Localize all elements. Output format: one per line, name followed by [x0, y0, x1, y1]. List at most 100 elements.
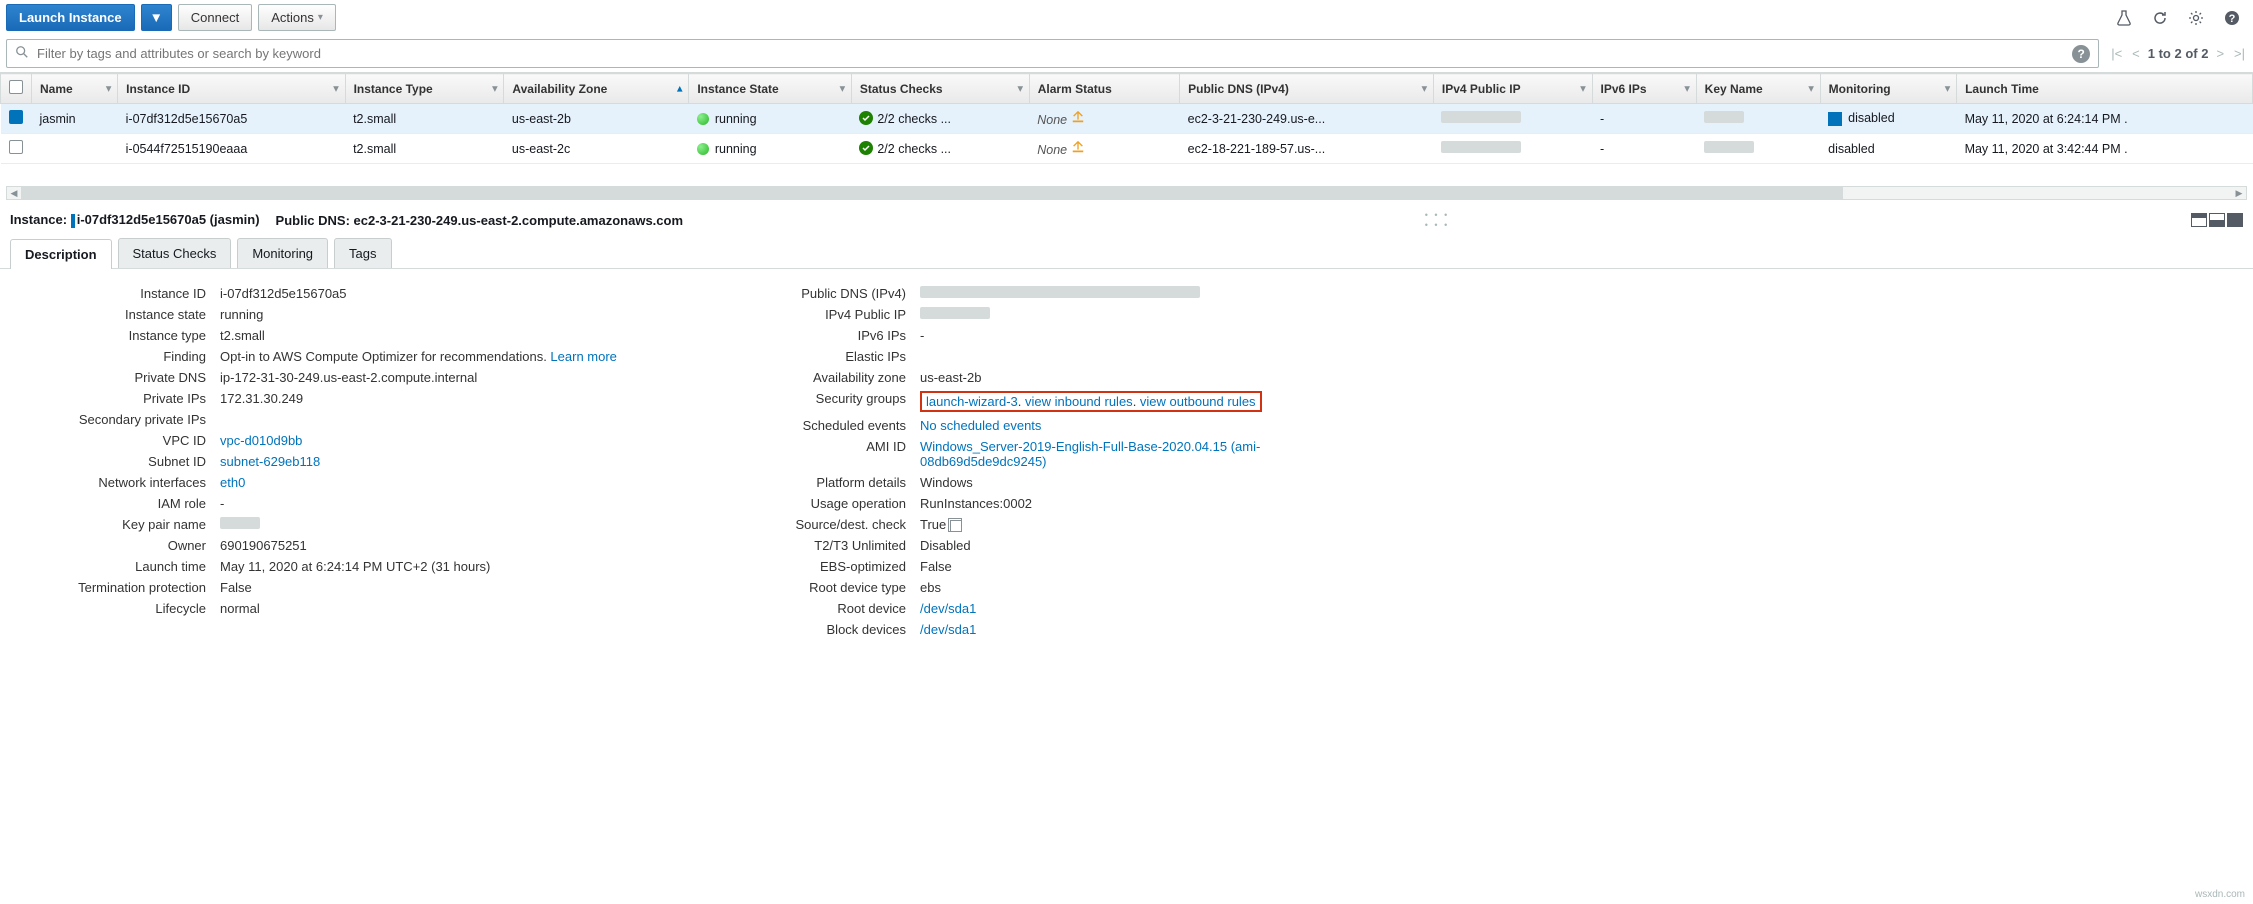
col-key-name[interactable]: Key Name▾ — [1696, 74, 1820, 104]
col-instance-id[interactable]: Instance ID▾ — [118, 74, 345, 104]
cell-name: jasmin — [32, 104, 118, 134]
outbound-rules-link[interactable]: view outbound rules — [1140, 394, 1256, 409]
table-header: Name▾ Instance ID▾ Instance Type▾ Availa… — [1, 74, 2253, 104]
actions-button[interactable]: Actions ▾ — [258, 4, 336, 31]
alarm-add-icon[interactable] — [1071, 140, 1085, 154]
copy-icon[interactable] — [950, 520, 962, 532]
k-type: Instance type — [20, 328, 220, 343]
layout-full-icon[interactable] — [2227, 213, 2243, 227]
launch-instance-dropdown[interactable]: ▼ — [141, 4, 172, 31]
detail-tabs: Description Status Checks Monitoring Tag… — [0, 238, 2253, 269]
resize-grip-icon[interactable]: • • •• • • — [699, 210, 2175, 230]
connect-button[interactable]: Connect — [178, 4, 252, 31]
ami-link[interactable]: Windows_Server-2019-English-Full-Base-20… — [920, 439, 1260, 469]
page-last-icon[interactable]: >| — [2232, 46, 2247, 61]
page-prev-icon[interactable]: < — [2130, 46, 2142, 61]
tab-monitoring[interactable]: Monitoring — [237, 238, 328, 268]
block-device-link[interactable]: /dev/sda1 — [920, 622, 976, 637]
col-public-dns[interactable]: Public DNS (IPv4)▾ — [1180, 74, 1434, 104]
col-monitoring[interactable]: Monitoring▾ — [1820, 74, 1956, 104]
k-t2t3: T2/T3 Unlimited — [720, 538, 920, 553]
col-ipv6[interactable]: IPv6 IPs▾ — [1592, 74, 1696, 104]
row-checkbox[interactable] — [9, 110, 23, 124]
layout-split-icon[interactable] — [2209, 213, 2225, 227]
col-instance-type[interactable]: Instance Type▾ — [345, 74, 504, 104]
k-vpc: VPC ID — [20, 433, 220, 448]
inbound-rules-link[interactable]: view inbound rules — [1025, 394, 1133, 409]
col-state[interactable]: Instance State▾ — [689, 74, 852, 104]
check-icon — [859, 111, 873, 125]
scheduled-events-link[interactable]: No scheduled events — [920, 418, 1041, 433]
v-t2t3: Disabled — [920, 538, 1380, 553]
pager: |< < 1 to 2 of 2 > >| — [2109, 46, 2247, 61]
tab-tags[interactable]: Tags — [334, 238, 391, 268]
col-az[interactable]: Availability Zone▴ — [504, 74, 689, 104]
cell-az: us-east-2b — [504, 104, 689, 134]
layout-switcher — [2191, 213, 2243, 227]
k-root-device-type: Root device type — [720, 580, 920, 595]
k-security-groups: Security groups — [720, 391, 920, 412]
refresh-icon[interactable] — [2149, 7, 2171, 29]
sg-name-link[interactable]: launch-wizard-3 — [926, 394, 1018, 409]
v-state: running — [220, 307, 680, 322]
tab-description[interactable]: Description — [10, 239, 112, 269]
v-ipv6: - — [920, 328, 1380, 343]
horizontal-scrollbar[interactable]: ◀ ▶ — [6, 186, 2247, 200]
pager-text: 1 to 2 of 2 — [2148, 46, 2209, 61]
alarm-add-icon[interactable] — [1071, 110, 1085, 124]
search-help-icon[interactable]: ? — [2072, 45, 2090, 63]
k-ipv6: IPv6 IPs — [720, 328, 920, 343]
learn-more-link[interactable]: Learn more — [550, 349, 616, 364]
k-source-dest-check: Source/dest. check — [720, 517, 920, 532]
layout-top-icon[interactable] — [2191, 213, 2207, 227]
v-public-ip — [920, 307, 1380, 322]
page-first-icon[interactable]: |< — [2109, 46, 2124, 61]
cell-ipv4 — [1433, 134, 1592, 164]
v-root-device-type: ebs — [920, 580, 1380, 595]
col-status-checks[interactable]: Status Checks▾ — [851, 74, 1029, 104]
col-ipv4[interactable]: IPv4 Public IP▾ — [1433, 74, 1592, 104]
k-private-ips: Private IPs — [20, 391, 220, 406]
table-row[interactable]: i-0544f72515190eaaa t2.small us-east-2c … — [1, 134, 2253, 164]
cell-state: running — [689, 134, 852, 164]
k-state: Instance state — [20, 307, 220, 322]
cell-type: t2.small — [345, 134, 504, 164]
k-ebs-optimized: EBS-optimized — [720, 559, 920, 574]
k-lifecycle: Lifecycle — [20, 601, 220, 616]
cell-launch: May 11, 2020 at 3:42:44 PM . — [1957, 134, 2253, 164]
watermark: wsxdn.com — [2195, 889, 2245, 900]
svg-text:?: ? — [2229, 13, 2236, 25]
row-checkbox[interactable] — [9, 140, 23, 154]
search-input[interactable] — [33, 44, 2066, 63]
status-dot-icon — [697, 113, 709, 125]
help-icon[interactable]: ? — [2221, 7, 2243, 29]
col-alarm-status[interactable]: Alarm Status — [1029, 74, 1179, 104]
col-name[interactable]: Name▾ — [32, 74, 118, 104]
col-launch-time[interactable]: Launch Time — [1957, 74, 2253, 104]
vpc-link[interactable]: vpc-d010d9bb — [220, 433, 302, 448]
v-secondary-ips — [220, 412, 680, 427]
gear-icon[interactable] — [2185, 7, 2207, 29]
launch-instance-button[interactable]: Launch Instance — [6, 4, 135, 31]
cell-state: running — [689, 104, 852, 134]
cell-checks: 2/2 checks ... — [851, 104, 1029, 134]
k-ami-id: AMI ID — [720, 439, 920, 469]
subnet-link[interactable]: subnet-629eb118 — [220, 454, 320, 469]
v-termination-protection: False — [220, 580, 680, 595]
tab-status-checks[interactable]: Status Checks — [118, 238, 232, 268]
v-keypair — [220, 517, 680, 532]
v-instance-id: i-07df312d5e15670a5 — [220, 286, 680, 301]
page-next-icon[interactable]: > — [2214, 46, 2226, 61]
v-ebs-optimized: False — [920, 559, 1380, 574]
description-right-column: Public DNS (IPv4) IPv4 Public IP IPv6 IP… — [720, 283, 1380, 640]
eth0-link[interactable]: eth0 — [220, 475, 245, 490]
v-source-dest-check: True — [920, 517, 1380, 532]
table-row[interactable]: jasmin i-07df312d5e15670a5 t2.small us-e… — [1, 104, 2253, 134]
k-owner: Owner — [20, 538, 220, 553]
scroll-left-icon[interactable]: ◀ — [7, 187, 21, 199]
select-all-checkbox[interactable] — [9, 80, 23, 94]
flask-icon[interactable] — [2113, 7, 2135, 29]
v-finding: Opt-in to AWS Compute Optimizer for reco… — [220, 349, 680, 364]
scroll-right-icon[interactable]: ▶ — [2232, 187, 2246, 199]
root-device-link[interactable]: /dev/sda1 — [920, 601, 976, 616]
